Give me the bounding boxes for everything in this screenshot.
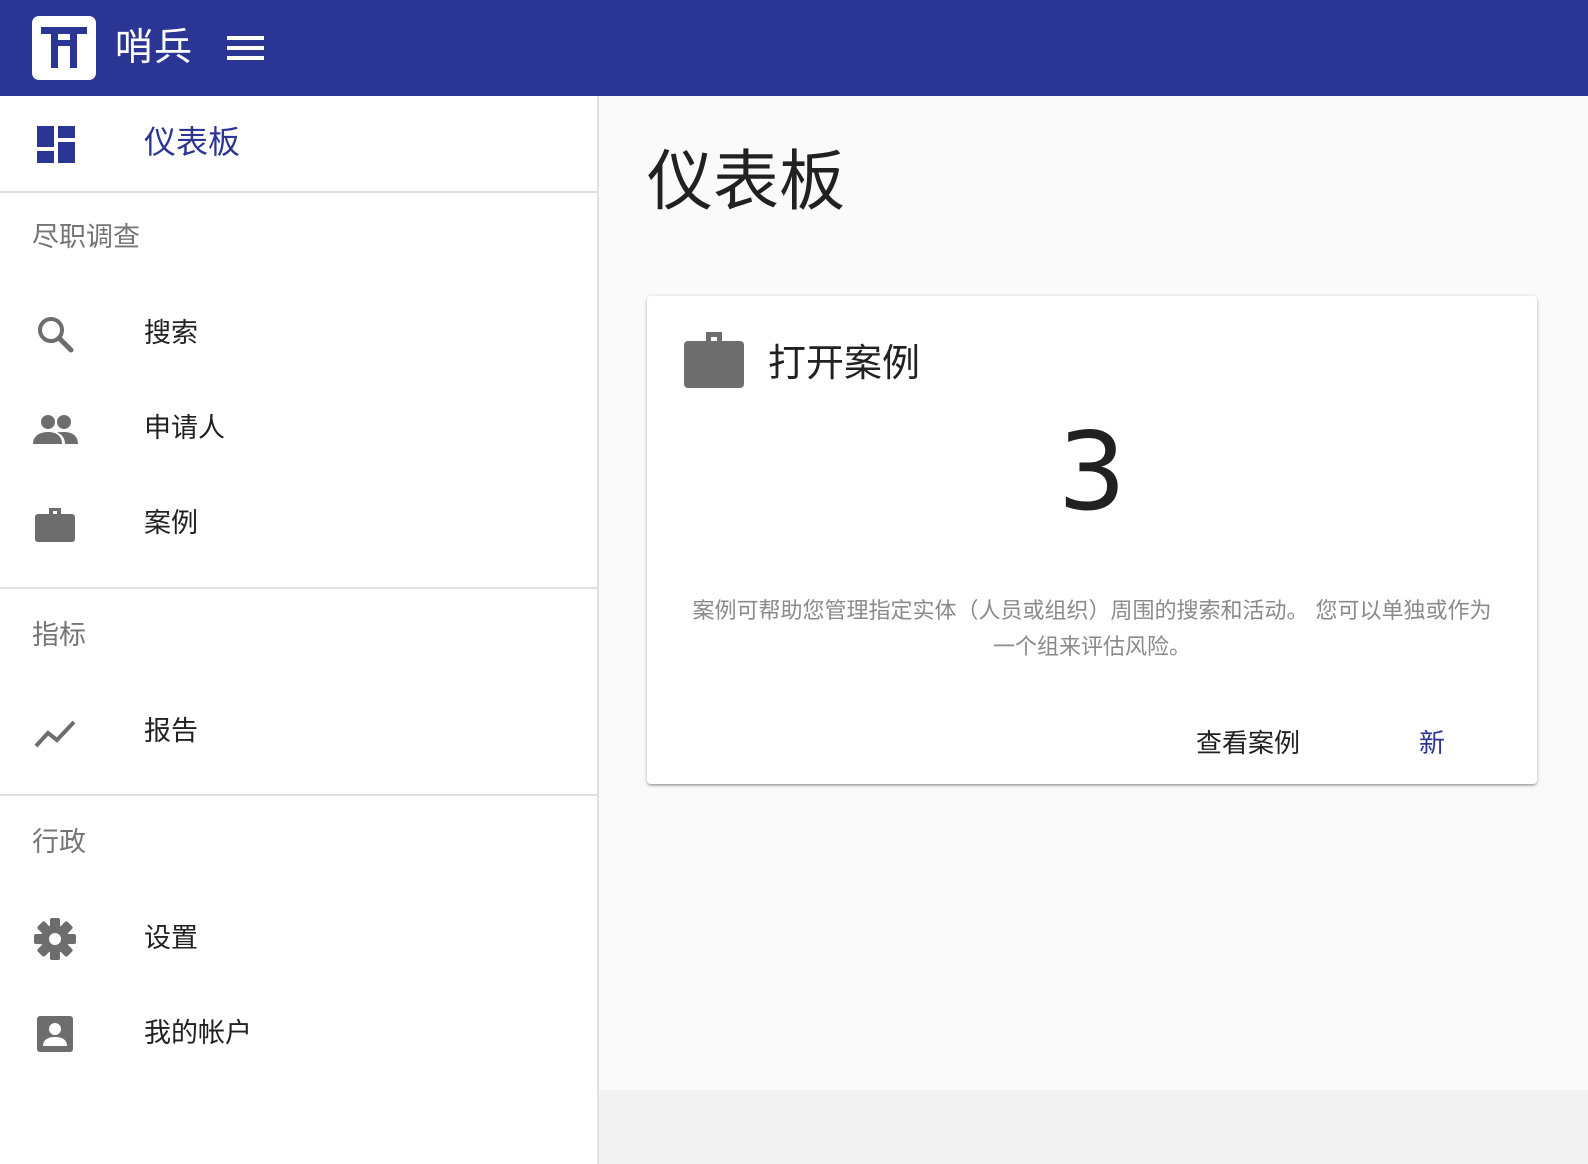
account-box-icon xyxy=(31,1010,79,1058)
sidebar: 仪表板 尽职调查 搜索 申请人 案例 指标 报告 行政 设置 我的帐户 xyxy=(0,96,599,1164)
sidebar-divider xyxy=(0,794,597,796)
sidebar-divider xyxy=(0,587,597,589)
sidebar-item-settings[interactable]: 设置 xyxy=(0,891,597,987)
card-description: 案例可帮助您管理指定实体（人员或组织）周围的搜索和活动。 您可以单独或作为一个组… xyxy=(692,599,1492,660)
sidebar-item-dashboard[interactable]: 仪表板 xyxy=(0,96,597,192)
logo-icon[interactable] xyxy=(32,16,96,80)
section-header-metrics: 指标 xyxy=(32,620,86,651)
new-case-button[interactable]: 新 xyxy=(1415,724,1449,764)
sidebar-item-label: 设置 xyxy=(144,923,198,954)
gear-icon xyxy=(31,915,79,963)
section-header-due-diligence: 尽职调查 xyxy=(32,222,140,253)
sidebar-item-label: 仪表板 xyxy=(144,123,241,161)
sidebar-item-label: 搜索 xyxy=(144,318,198,349)
app-title: 哨兵 xyxy=(115,25,194,69)
people-icon xyxy=(31,405,79,453)
sidebar-item-label: 申请人 xyxy=(144,413,225,444)
main-content: 仪表板 打开案例 3 案例可帮助您管理指定实体（人员或组织）周围的搜索和活动。 … xyxy=(599,96,1588,1090)
sidebar-item-label: 我的帐户 xyxy=(144,1018,252,1049)
sidebar-divider xyxy=(0,191,597,193)
sidebar-item-applicants[interactable]: 申请人 xyxy=(0,381,597,477)
section-header-admin: 行政 xyxy=(32,827,86,858)
app-bar: 哨兵 xyxy=(0,0,1588,96)
trending-chart-icon xyxy=(31,708,79,756)
sidebar-item-cases[interactable]: 案例 xyxy=(0,476,597,572)
card-title: 打开案例 xyxy=(768,341,921,385)
view-cases-button[interactable]: 查看案例 xyxy=(1193,724,1303,764)
page-title: 仪表板 xyxy=(647,143,845,220)
sidebar-item-search[interactable]: 搜索 xyxy=(0,286,597,382)
sidebar-item-my-account[interactable]: 我的帐户 xyxy=(0,986,597,1082)
briefcase-icon xyxy=(684,332,744,392)
open-cases-count: 3 xyxy=(1057,410,1127,535)
sidebar-item-label: 报告 xyxy=(144,716,198,747)
briefcase-icon xyxy=(31,500,79,548)
search-icon xyxy=(31,310,79,358)
dashboard-icon xyxy=(31,120,79,168)
sidebar-item-reports[interactable]: 报告 xyxy=(0,684,597,780)
main-bottom-area xyxy=(599,1090,1588,1164)
sidebar-item-label: 案例 xyxy=(144,508,198,539)
open-cases-card: 打开案例 3 案例可帮助您管理指定实体（人员或组织）周围的搜索和活动。 您可以单… xyxy=(647,296,1537,784)
hamburger-menu-icon[interactable] xyxy=(222,28,268,68)
